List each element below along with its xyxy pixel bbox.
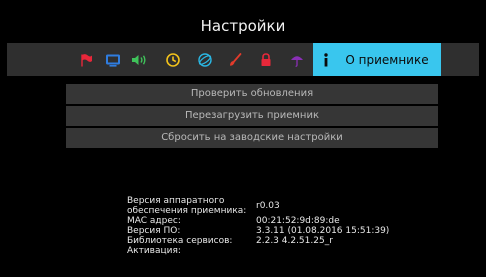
info-label: Библиотека сервисов: (127, 236, 233, 246)
flag-icon (80, 53, 92, 66)
info-value: 2.2.3 4.2.51.25_r (256, 236, 333, 246)
factory-reset-button[interactable]: Сбросить на заводские настройки (66, 128, 438, 148)
receiver-info: Версия аппаратного обеспечения приемника… (127, 196, 389, 256)
info-row-mac: MAC адрес: 00:21:52:9d:89:de (127, 216, 389, 226)
settings-tabbar: О приемнике (7, 43, 479, 76)
info-row-activation: Активация: (127, 246, 389, 256)
monitor-icon (105, 54, 120, 67)
info-value: 00:21:52:9d:89:de (256, 216, 340, 226)
tab-parental-lock[interactable] (252, 43, 279, 76)
tab-audio[interactable] (125, 43, 152, 76)
brush-icon (229, 52, 241, 66)
info-icon (313, 43, 339, 76)
info-label: Версия ПО: (127, 226, 181, 236)
info-row-services: Библиотека сервисов: 2.2.3 4.2.51.25_r (127, 236, 389, 246)
info-value: r0.03 (256, 201, 280, 211)
tab-about-receiver[interactable]: О приемнике (313, 43, 441, 76)
tab-network[interactable] (191, 43, 218, 76)
info-row-hardware: Версия аппаратного обеспечения приемника… (127, 196, 389, 216)
speaker-icon (131, 54, 146, 65)
lock-icon (261, 52, 270, 66)
info-label: MAC адрес: (127, 216, 181, 226)
tab-appearance[interactable] (221, 43, 248, 76)
tab-extra[interactable] (283, 43, 310, 76)
info-value: 3.3.11 (01.08.2016 15:51:39) (256, 226, 390, 236)
info-label: Активация: (127, 246, 181, 256)
globe-icon (197, 52, 212, 67)
info-row-software: Версия ПО: 3.3.11 (01.08.2016 15:51:39) (127, 226, 389, 236)
info-label: Версия аппаратного обеспечения приемника… (127, 196, 247, 216)
reboot-receiver-button[interactable]: Перезагрузить приемник (66, 106, 438, 126)
page-title: Настройки (200, 17, 286, 35)
umbrella-icon (290, 55, 303, 67)
tab-flag[interactable] (73, 43, 100, 76)
tab-about-label: О приемнике (345, 52, 429, 67)
clock-icon (165, 52, 180, 67)
tab-display[interactable] (99, 43, 126, 76)
check-updates-button[interactable]: Проверить обновления (66, 84, 438, 104)
receiver-actions-menu: Проверить обновления Перезагрузить прием… (66, 84, 438, 150)
tab-time[interactable] (159, 43, 186, 76)
